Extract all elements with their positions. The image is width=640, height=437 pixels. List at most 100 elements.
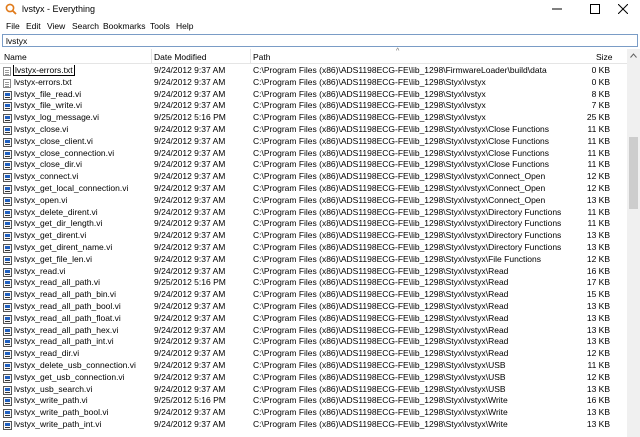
labview-vi-icon <box>3 338 12 348</box>
file-name-text: lvstyx_connect.vi <box>14 171 79 182</box>
search-box[interactable] <box>2 34 638 47</box>
column-size-header[interactable]: Size <box>596 52 613 62</box>
file-name-text: lvstyx_read.vi <box>14 265 66 276</box>
labview-vi-icon <box>3 149 12 159</box>
table-row[interactable]: lvstyx_close_dir.vi 9/24/2012 9:37 AM C:\P… <box>0 159 627 171</box>
file-name: lvstyx_close.vi <box>14 124 68 136</box>
file-size: 12 KB <box>586 371 610 382</box>
file-size: 11 KB <box>587 159 610 170</box>
file-name-text: lvstyx_get_local_connection.vi <box>14 183 129 193</box>
menu-help[interactable]: Help <box>176 21 193 31</box>
table-row[interactable]: lvstyx_get_file_len.vi 9/24/2012 9:37 AM C… <box>0 254 627 266</box>
table-row[interactable]: lvstyx_read_all_path_int.vi 9/24/2012 9:3… <box>0 336 627 348</box>
file-name: lvstyx_log_message.vi <box>14 112 99 124</box>
file-size: 12 KB <box>586 183 610 193</box>
close-button[interactable] <box>606 0 640 19</box>
menu-view[interactable]: View <box>47 21 65 31</box>
file-name-text: lvstyx_get_dirent.vi <box>14 230 87 241</box>
column-name-header[interactable]: Name <box>4 52 27 62</box>
close-icon <box>617 3 629 16</box>
file-name-text: lvstyx_close.vi <box>14 124 69 134</box>
file-size: 13 KB <box>586 324 610 335</box>
search-input[interactable] <box>6 36 606 46</box>
minimize-button[interactable] <box>540 0 574 19</box>
column-date-header[interactable]: Date Modified <box>154 52 206 62</box>
table-row[interactable]: lvstyx_get_local_connection.vi 9/24/2012 … <box>0 183 627 195</box>
file-name-text: lvstyx_close_dir.vi <box>14 159 83 170</box>
menu-edit[interactable]: Edit <box>26 21 41 31</box>
table-row[interactable]: lvstyx_write_path.vi 9/25/2012 5:16 PM C:\… <box>0 395 627 407</box>
labview-vi-icon <box>3 255 12 265</box>
file-name: lvstyx_read_all_path_int.vi <box>14 336 114 348</box>
table-row[interactable]: lvstyx_log_message.vi 9/25/2012 5:16 PM C:… <box>0 112 627 124</box>
table-row[interactable]: lvstyx_write_path_int.vi 9/24/2012 9:37 A… <box>0 419 627 431</box>
date-modified: 9/24/2012 9:37 AM <box>154 159 226 170</box>
labview-vi-icon <box>3 114 12 124</box>
menu-file[interactable]: File <box>6 21 20 31</box>
file-size: 11 KB <box>587 147 610 158</box>
file-size: 0 KB <box>591 76 610 87</box>
file-size: 12 KB <box>586 348 610 359</box>
table-row[interactable]: lvstyx_read_all_path.vi 9/25/2012 5:16 PM… <box>0 277 627 289</box>
date-modified: 9/25/2012 5:16 PM <box>154 112 226 123</box>
menu-bookmarks[interactable]: Bookmarks <box>103 21 146 31</box>
labview-vi-icon <box>3 161 12 171</box>
table-row[interactable]: lvstyx_get_dir_length.vi 9/24/2012 9:37 A… <box>0 218 627 230</box>
file-name: lvstyx_file_write.vi <box>14 100 82 112</box>
table-row[interactable]: lvstyx_read.vi 9/24/2012 9:37 AM C:\Progra… <box>0 266 627 278</box>
file-name-text: lvstyx_get_usb_connection.vi <box>14 371 125 382</box>
date-modified: 9/24/2012 9:37 AM <box>154 336 226 347</box>
file-path: C:\Program Files (x86)\ADS1198ECG-FE\lib… <box>253 76 486 87</box>
file-name: lvstyx_connect.vi <box>14 171 78 183</box>
table-row[interactable]: lvstyx_write_path_bool.vi 9/24/2012 9:37 … <box>0 407 627 419</box>
table-row[interactable]: lvstyx_read_all_path_float.vi 9/24/2012 9… <box>0 313 627 325</box>
file-name-text: lvstyx-errors.txt <box>14 76 72 87</box>
file-name: lvstyx_get_dirent.vi <box>14 230 86 242</box>
scroll-up-button[interactable] <box>627 49 640 61</box>
file-path: C:\Program Files (x86)\ADS1198ECG-FE\lib… <box>253 206 562 217</box>
date-modified: 9/24/2012 9:37 AM <box>154 348 226 359</box>
table-row[interactable]: lvstyx_get_dirent_name.vi 9/24/2012 9:37 … <box>0 242 627 254</box>
table-row[interactable]: lvstyx_get_usb_connection.vi 9/24/2012 9:… <box>0 372 627 384</box>
table-row[interactable]: lvstyx_connect.vi 9/24/2012 9:37 AM C:\Pro… <box>0 171 627 183</box>
scroll-thumb[interactable] <box>629 137 638 209</box>
table-row[interactable]: lvstyx_close_client.vi 9/24/2012 9:37 AM C… <box>0 136 627 148</box>
labview-vi-icon <box>3 267 12 277</box>
column-divider[interactable] <box>151 49 152 64</box>
table-row[interactable]: lvstyx_file_read.vi 9/24/2012 9:37 AM C:\P… <box>0 89 627 101</box>
table-row[interactable]: lvstyx_delete_usb_connection.vi 9/24/2012… <box>0 360 627 372</box>
table-row[interactable]: lvstyx_delete_dirent.vi 9/24/2012 9:37 AM… <box>0 207 627 219</box>
table-row[interactable]: lvstyx_read_all_path_bin.vi 9/24/2012 9:3… <box>0 289 627 301</box>
file-path: C:\Program Files (x86)\ADS1198ECG-FE\lib… <box>253 312 509 323</box>
table-row[interactable]: lvstyx_read_all_path_bool.vi 9/24/2012 9:… <box>0 301 627 313</box>
table-row[interactable]: lvstyx_usb_search.vi 9/24/2012 9:37 AM C:\… <box>0 384 627 396</box>
table-row[interactable]: lvstyx_close_connection.vi 9/24/2012 9:37… <box>0 148 627 160</box>
table-row[interactable]: lvstyx_read_all_path_hex.vi 9/24/2012 9:3… <box>0 325 627 337</box>
table-row[interactable]: lvstyx-errors.txt 9/24/2012 9:37 AM C:\Pro… <box>0 65 627 77</box>
column-path-header[interactable]: Path <box>253 52 271 62</box>
table-row[interactable]: lvstyx-errors.txt 9/24/2012 9:37 AM C:\Pro… <box>0 77 627 89</box>
file-path: C:\Program Files (x86)\ADS1198ECG-FE\lib… <box>253 124 550 134</box>
file-name-text: lvstyx_delete_dirent.vi <box>14 206 98 217</box>
file-size: 13 KB <box>586 312 610 323</box>
file-name-text: lvstyx_write_path_bool.vi <box>14 407 109 418</box>
date-modified: 9/24/2012 9:37 AM <box>154 147 226 158</box>
table-row[interactable]: lvstyx_get_dirent.vi 9/24/2012 9:37 AM C:\… <box>0 230 627 242</box>
file-name-text: lvstyx_read_all_path_bool.vi <box>14 301 121 311</box>
menu-search[interactable]: Search <box>72 21 99 31</box>
vertical-scrollbar[interactable] <box>627 49 640 437</box>
file-path: C:\Program Files (x86)\ADS1198ECG-FE\lib… <box>253 194 546 205</box>
table-row[interactable]: lvstyx_file_write.vi 9/24/2012 9:37 AM C:\… <box>0 100 627 112</box>
labview-vi-icon <box>3 220 12 230</box>
column-divider[interactable] <box>250 49 251 64</box>
table-row[interactable]: lvstyx_open.vi 9/24/2012 9:37 AM C:\Progra… <box>0 195 627 207</box>
menu-tools[interactable]: Tools <box>150 21 170 31</box>
table-row[interactable]: lvstyx_close.vi 9/24/2012 9:37 AM C:\Progr… <box>0 124 627 136</box>
file-name: lvstyx_read.vi <box>14 266 66 278</box>
labview-vi-icon <box>3 291 12 301</box>
file-path: C:\Program Files (x86)\ADS1198ECG-FE\lib… <box>253 135 550 146</box>
file-size: 13 KB <box>586 336 610 347</box>
table-row[interactable]: lvstyx_read_dir.vi 9/24/2012 9:37 AM C:\Pr… <box>0 348 627 360</box>
file-name-text: lvstyx_read_all_path_int.vi <box>14 336 114 347</box>
file-size: 11 KB <box>587 206 610 217</box>
